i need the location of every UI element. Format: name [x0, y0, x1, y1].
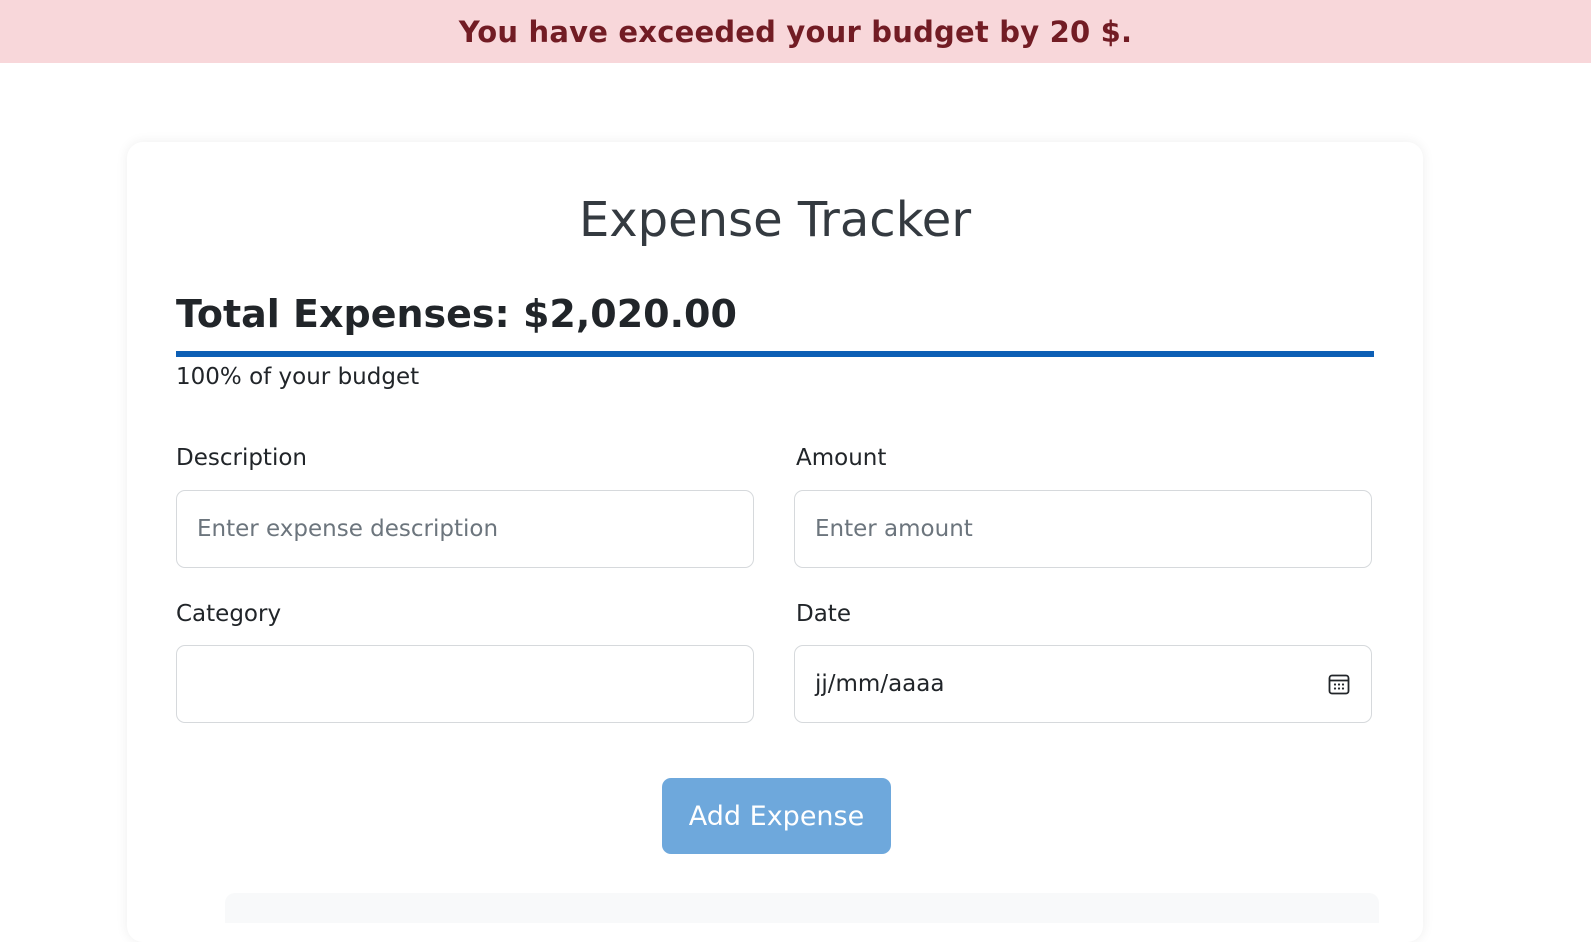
- category-label: Category: [176, 601, 282, 627]
- calendar-icon[interactable]: [1327, 672, 1351, 696]
- alert-message: You have exceeded your budget by 20 $.: [458, 14, 1133, 49]
- category-input[interactable]: [176, 645, 754, 723]
- date-label: Date: [796, 601, 851, 627]
- date-input[interactable]: jj/mm/aaaa: [794, 645, 1372, 723]
- description-input[interactable]: [176, 490, 754, 568]
- description-label: Description: [176, 445, 307, 471]
- add-expense-button[interactable]: Add Expense: [662, 778, 891, 854]
- page-title: Expense Tracker: [578, 192, 972, 248]
- expense-list-panel: [225, 893, 1379, 923]
- amount-label: Amount: [796, 445, 887, 471]
- budget-progress-fill: [176, 351, 1374, 357]
- amount-input[interactable]: [794, 490, 1372, 568]
- budget-exceeded-alert: You have exceeded your budget by 20 $.: [0, 0, 1591, 63]
- date-input-value: jj/mm/aaaa: [815, 671, 945, 697]
- total-expenses: Total Expenses: $2,020.00: [176, 292, 737, 336]
- budget-percentage-text: 100% of your budget: [176, 364, 420, 390]
- budget-progress-bar: [176, 351, 1374, 357]
